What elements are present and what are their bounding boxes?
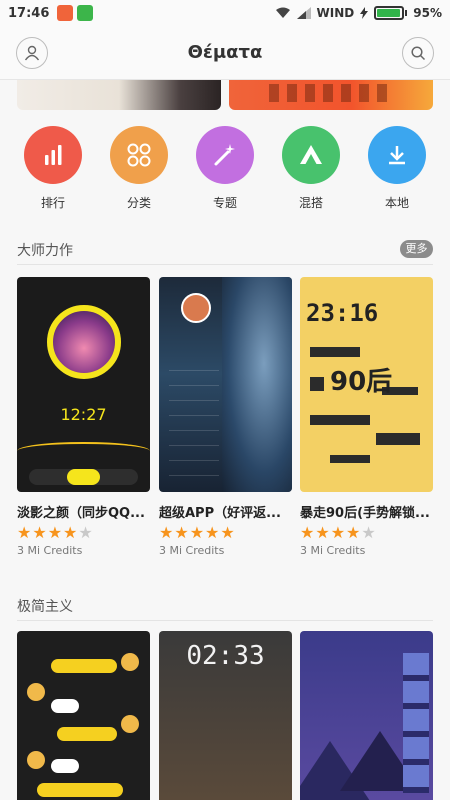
thumbnail-clock: 02:33 bbox=[186, 641, 265, 671]
category-label: 混搭 bbox=[298, 196, 323, 210]
theme-price: 3 Mi Credits bbox=[17, 544, 83, 557]
banner-carousel bbox=[0, 80, 450, 112]
signal-icon bbox=[296, 7, 311, 19]
profile-button[interactable] bbox=[16, 37, 48, 69]
theme-name: 超级APP（好评返... bbox=[159, 506, 281, 521]
theme-thumbnail[interactable] bbox=[300, 631, 433, 800]
user-icon bbox=[24, 45, 40, 61]
thumbnail-clock: 12:27 bbox=[60, 405, 107, 424]
download-icon bbox=[368, 126, 426, 184]
triangle-icon bbox=[282, 126, 340, 184]
theme-name: 淡影之颜（同步QQ... bbox=[17, 506, 145, 521]
theme-thumbnail[interactable]: 23:16 90后 bbox=[300, 277, 433, 492]
carrier-label: WIND bbox=[316, 6, 355, 20]
more-button[interactable]: 更多 bbox=[400, 240, 433, 258]
theme-name: 暴走90后(手势解锁... bbox=[300, 506, 430, 521]
thumbnail-time: 23:16 bbox=[306, 299, 379, 327]
category-classify[interactable]: 分类 bbox=[104, 126, 174, 211]
theme-card[interactable]: 超级APP（好评返... ★★★★★ 3 Mi Credits bbox=[159, 277, 292, 557]
notification-app-icon bbox=[57, 5, 74, 21]
search-icon bbox=[411, 46, 426, 61]
battery-icon bbox=[374, 6, 408, 20]
category-label: 分类 bbox=[126, 196, 151, 210]
divider bbox=[17, 620, 433, 621]
divider bbox=[17, 264, 433, 265]
theme-card[interactable]: 23:16 90后 暴走90后(手势解锁... ★★★★★ 3 Mi Credi… bbox=[300, 277, 433, 557]
theme-thumbnail[interactable] bbox=[17, 631, 150, 800]
battery-percent: 95% bbox=[413, 6, 442, 20]
thumbnail-year: 90后 bbox=[330, 367, 393, 397]
wifi-icon bbox=[275, 7, 290, 18]
app-header: Θέματα bbox=[0, 26, 450, 80]
status-time: 17:46 bbox=[8, 5, 50, 21]
category-ranking[interactable]: 排行 bbox=[18, 126, 88, 211]
section-title-minimalism: 极简主义 bbox=[17, 599, 73, 615]
category-label: 本地 bbox=[384, 196, 409, 210]
theme-card[interactable]: 12:27 淡影之颜（同步QQ... ★★★★★ 3 Mi Credits bbox=[17, 277, 150, 557]
notification-chat-icon bbox=[77, 5, 94, 21]
banner-left[interactable] bbox=[17, 80, 221, 110]
theme-thumbnail[interactable] bbox=[159, 277, 292, 492]
category-special[interactable]: 专题 bbox=[190, 126, 260, 211]
category-local[interactable]: 本地 bbox=[362, 126, 432, 211]
section-title-masterpieces: 大师力作 bbox=[17, 243, 73, 259]
charging-icon bbox=[360, 7, 369, 19]
category-label: 排行 bbox=[40, 196, 65, 210]
category-label: 专题 bbox=[212, 196, 237, 210]
status-bar: 17:46 WIND 95% bbox=[0, 0, 450, 26]
theme-price: 3 Mi Credits bbox=[300, 544, 366, 557]
grid-circles-icon bbox=[110, 126, 168, 184]
bar-chart-icon bbox=[24, 126, 82, 184]
rating-stars: ★★★★★ bbox=[17, 523, 94, 542]
rating-stars: ★★★★★ bbox=[300, 523, 377, 542]
theme-price: 3 Mi Credits bbox=[159, 544, 225, 557]
category-row: 排行 分类 专题 混搭 本地 bbox=[0, 126, 450, 216]
rating-stars: ★★★★★ bbox=[159, 523, 236, 542]
search-button[interactable] bbox=[402, 37, 434, 69]
theme-thumbnail[interactable]: 12:27 bbox=[17, 277, 150, 492]
page-title: Θέματα bbox=[187, 42, 263, 63]
banner-right[interactable] bbox=[229, 80, 433, 110]
theme-thumbnail[interactable]: 02:33 bbox=[159, 631, 292, 800]
category-mix[interactable]: 混搭 bbox=[276, 126, 346, 211]
magic-wand-icon bbox=[196, 126, 254, 184]
